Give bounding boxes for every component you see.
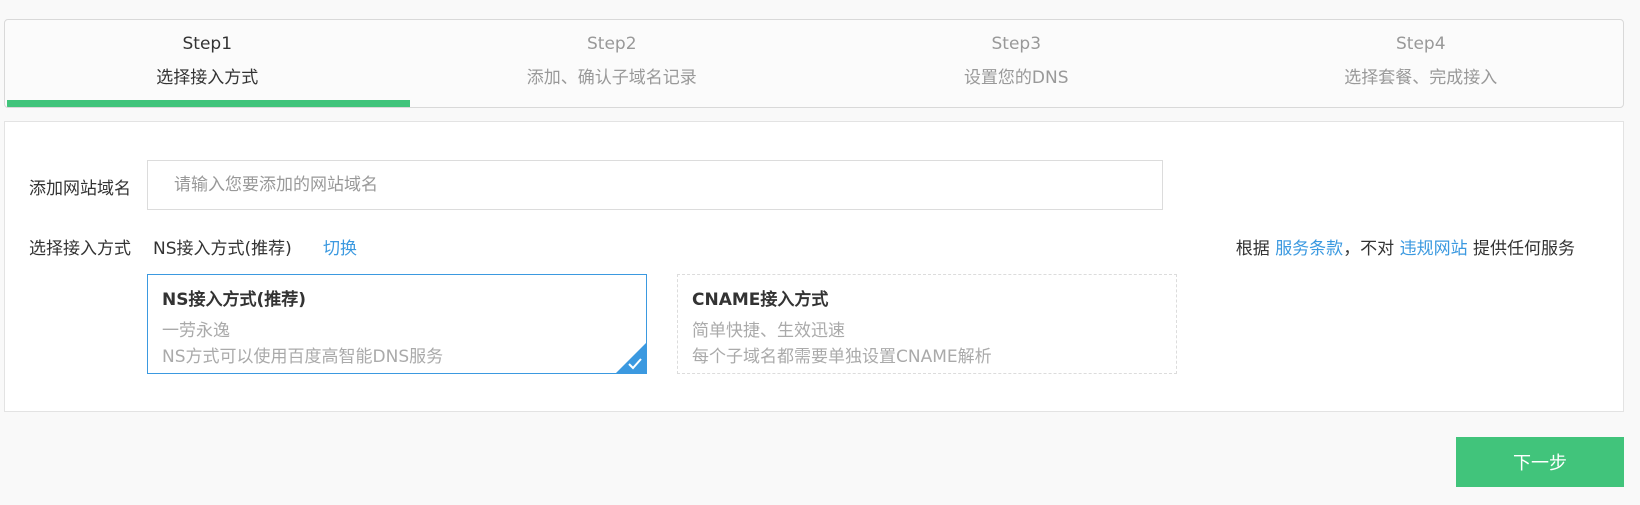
step-number: Step4 [1395, 34, 1446, 54]
step-title: 选择接入方式 [156, 68, 259, 88]
step-progress-bar [412, 100, 815, 107]
steps-indicator: Step1 选择接入方式 Step2 添加、确认子域名记录 Step3 设置您的… [4, 19, 1624, 108]
card-title: NS接入方式(推荐) [162, 290, 307, 310]
step-number: Step3 [991, 34, 1042, 54]
cname-method-card[interactable]: CNAME接入方式 简单快捷、生效迅速 每个子域名都需要单独设置CNAME解析 [677, 274, 1177, 374]
selected-check-icon [616, 343, 646, 373]
terms-middle: ，不对 [1343, 239, 1395, 259]
step-4: Step4 选择套餐、完成接入 [1219, 20, 1624, 107]
terms-suffix: 提供任何服务 [1473, 239, 1575, 259]
step-number: Step1 [182, 34, 233, 54]
step-progress-bar [7, 100, 410, 107]
next-step-button[interactable]: 下一步 [1456, 437, 1624, 487]
domain-label: 添加网站域名 [29, 179, 131, 199]
domain-input[interactable] [147, 160, 1163, 210]
step-title: 添加、确认子域名记录 [526, 68, 697, 88]
card-description: 简单快捷、生效迅速 [692, 321, 845, 341]
terms-prefix: 根据 [1235, 239, 1270, 259]
terms-notice: 根据 服务条款，不对 违规网站 提供任何服务 [1236, 234, 1575, 259]
step-2: Step2 添加、确认子域名记录 [410, 20, 815, 107]
step-progress-bar [1221, 100, 1624, 107]
card-title: CNAME接入方式 [692, 290, 829, 310]
form-panel: 添加网站域名 选择接入方式 NS接入方式(推荐) 切换 根据 服务条款，不对 违… [4, 121, 1624, 412]
service-terms-link[interactable]: 服务条款 [1275, 239, 1343, 259]
step-number: Step2 [586, 34, 637, 54]
illegal-sites-link[interactable]: 违规网站 [1400, 239, 1468, 259]
current-method: NS接入方式(推荐) [153, 239, 292, 259]
step-1: Step1 选择接入方式 [5, 20, 410, 107]
ns-method-card[interactable]: NS接入方式(推荐) 一劳永逸 NS方式可以使用百度高智能DNS服务 [147, 274, 647, 374]
step-title: 选择套餐、完成接入 [1344, 68, 1498, 88]
card-description: 每个子域名都需要单独设置CNAME解析 [692, 347, 992, 367]
step-title: 设置您的DNS [963, 68, 1069, 88]
switch-method-link[interactable]: 切换 [323, 234, 357, 259]
step-3: Step3 设置您的DNS [814, 20, 1219, 107]
card-description: NS方式可以使用百度高智能DNS服务 [162, 347, 444, 367]
card-description: 一劳永逸 [162, 321, 230, 341]
step-progress-bar [816, 100, 1219, 107]
method-label: 选择接入方式 [29, 239, 131, 259]
